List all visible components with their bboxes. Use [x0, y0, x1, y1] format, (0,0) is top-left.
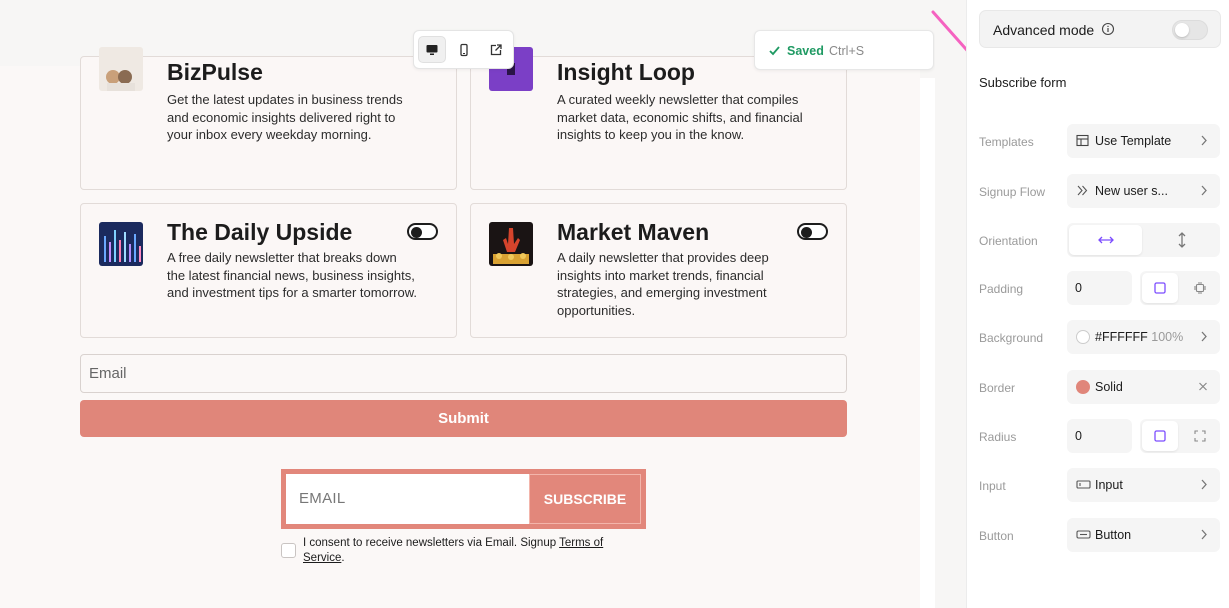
- editor-canvas: BizPulse Get the latest updates in busin…: [0, 0, 935, 608]
- background-control[interactable]: #FFFFFF 100%: [1067, 320, 1220, 354]
- market-maven-thumbnail: [489, 222, 533, 266]
- newsletter-title: Insight Loop: [557, 59, 695, 85]
- background-opacity: 100%: [1151, 330, 1184, 344]
- background-value: #FFFFFF: [1095, 330, 1148, 344]
- desktop-icon: [426, 44, 438, 55]
- template-icon: [1076, 134, 1089, 147]
- advanced-mode-toggle[interactable]: [1172, 20, 1208, 40]
- subscribe-form[interactable]: EMAIL SUBSCRIBE: [281, 469, 646, 529]
- advanced-mode-label: Advanced mode: [993, 22, 1095, 38]
- vertical-arrows-icon: [1178, 232, 1185, 248]
- close-icon[interactable]: [1198, 380, 1208, 393]
- newsletter-toggle[interactable]: [797, 223, 828, 240]
- orientation-vertical-button[interactable]: [1145, 225, 1218, 255]
- newsletter-title: Market Maven: [557, 219, 710, 245]
- button-label: Button: [979, 529, 1014, 543]
- check-icon: [769, 46, 780, 56]
- save-shortcut: Ctrl+S: [829, 44, 865, 58]
- newsletter-card-bizpulse[interactable]: BizPulse Get the latest updates in busin…: [80, 47, 457, 190]
- button-icon: [1076, 530, 1091, 539]
- saved-label: Saved: [787, 44, 824, 58]
- submit-button[interactable]: Submit: [80, 400, 847, 437]
- input-control[interactable]: Input: [1067, 468, 1220, 502]
- newsletter-card-daily-upside[interactable]: The Daily Upside A free daily newsletter…: [80, 203, 457, 338]
- border-label: Border: [979, 381, 1016, 395]
- settings-panel: Advanced mode Subscribe form Templates U…: [966, 0, 1229, 608]
- radius-mode: [1140, 419, 1220, 453]
- open-preview-button[interactable]: [482, 36, 510, 63]
- consent-label: I consent to receive newsletters via Ema…: [303, 536, 633, 566]
- newsletter-card-insight-loop[interactable]: Insight Loop A curated weekly newsletter…: [470, 47, 847, 190]
- newsletter-title: The Daily Upside: [167, 219, 353, 245]
- padding-uniform-button[interactable]: [1142, 273, 1178, 303]
- padding-label: Padding: [979, 282, 1024, 296]
- external-link-icon: [490, 43, 502, 55]
- canvas-gutter: [920, 78, 935, 608]
- subscribe-button[interactable]: SUBSCRIBE: [529, 474, 641, 524]
- newsletter-title: BizPulse: [167, 59, 263, 85]
- input-label: Input: [979, 479, 1006, 493]
- templates-control[interactable]: Use Template: [1067, 124, 1220, 158]
- mobile-icon: [460, 43, 468, 56]
- chevron-right-icon: [1201, 135, 1207, 146]
- button-control[interactable]: Button: [1067, 518, 1220, 552]
- square-icon: [1154, 282, 1166, 294]
- orientation-horizontal-button[interactable]: [1069, 225, 1142, 255]
- chevron-right-icon: [1201, 331, 1207, 342]
- newsletter-toggle[interactable]: [407, 223, 438, 240]
- double-chevron-icon: [1077, 185, 1088, 196]
- consent-checkbox[interactable]: [281, 543, 296, 558]
- email-input[interactable]: Email: [80, 354, 847, 393]
- border-value: Solid: [1095, 380, 1123, 394]
- signup-flow-control[interactable]: New user s...: [1067, 174, 1220, 208]
- border-control[interactable]: Solid: [1067, 370, 1220, 404]
- orientation-segmented: [1067, 223, 1220, 257]
- newsletter-description: A curated weekly newsletter that compile…: [557, 92, 803, 143]
- corners-icon: [1194, 430, 1206, 442]
- panel-title: Subscribe form: [979, 75, 1067, 90]
- daily-upside-thumbnail: [99, 222, 143, 266]
- newsletter-description: Get the latest updates in business trend…: [167, 92, 403, 143]
- background-value-wrap: #FFFFFF 100%: [1095, 330, 1183, 344]
- radius-input[interactable]: 0: [1067, 419, 1132, 453]
- newsletter-card-market-maven[interactable]: Market Maven A daily newsletter that pro…: [470, 203, 847, 338]
- border-swatch: [1076, 380, 1090, 394]
- consent-text: I consent to receive newsletters via Ema…: [303, 537, 557, 549]
- subscribe-email-input[interactable]: EMAIL: [286, 474, 529, 524]
- info-icon[interactable]: [1101, 22, 1115, 36]
- padding-sides-icon: [1194, 282, 1206, 294]
- consent-end: .: [341, 552, 345, 564]
- saved-status: Saved Ctrl+S: [754, 30, 934, 70]
- background-label: Background: [979, 331, 1044, 345]
- bizpulse-thumbnail: [99, 47, 143, 91]
- templates-value: Use Template: [1095, 134, 1172, 148]
- radius-label: Radius: [979, 430, 1017, 444]
- radius-individual-button[interactable]: [1182, 421, 1218, 451]
- orientation-label: Orientation: [979, 234, 1038, 248]
- chevron-right-icon: [1201, 479, 1207, 490]
- chevron-right-icon: [1201, 529, 1207, 540]
- horizontal-arrows-icon: [1097, 236, 1114, 244]
- padding-individual-button[interactable]: [1182, 273, 1218, 303]
- advanced-mode-bar: Advanced mode: [979, 10, 1221, 48]
- radius-uniform-button[interactable]: [1142, 421, 1178, 451]
- padding-mode: [1140, 271, 1220, 305]
- padding-input[interactable]: 0: [1067, 271, 1132, 305]
- chevron-right-icon: [1201, 185, 1207, 196]
- desktop-view-button[interactable]: [418, 36, 446, 63]
- newsletter-description: A daily newsletter that provides deep in…: [557, 250, 769, 319]
- button-value: Button: [1095, 528, 1132, 542]
- device-toolbar: [413, 30, 514, 69]
- signup-flow-label: Signup Flow: [979, 185, 1046, 199]
- input-field-icon: [1076, 480, 1091, 489]
- signup-flow-value: New user s...: [1095, 184, 1168, 198]
- background-swatch: [1076, 330, 1090, 344]
- input-value: Input: [1095, 478, 1123, 492]
- mobile-view-button[interactable]: [450, 36, 478, 63]
- square-icon: [1154, 430, 1166, 442]
- newsletter-description: A free daily newsletter that breaks down…: [167, 250, 417, 301]
- templates-label: Templates: [979, 135, 1034, 149]
